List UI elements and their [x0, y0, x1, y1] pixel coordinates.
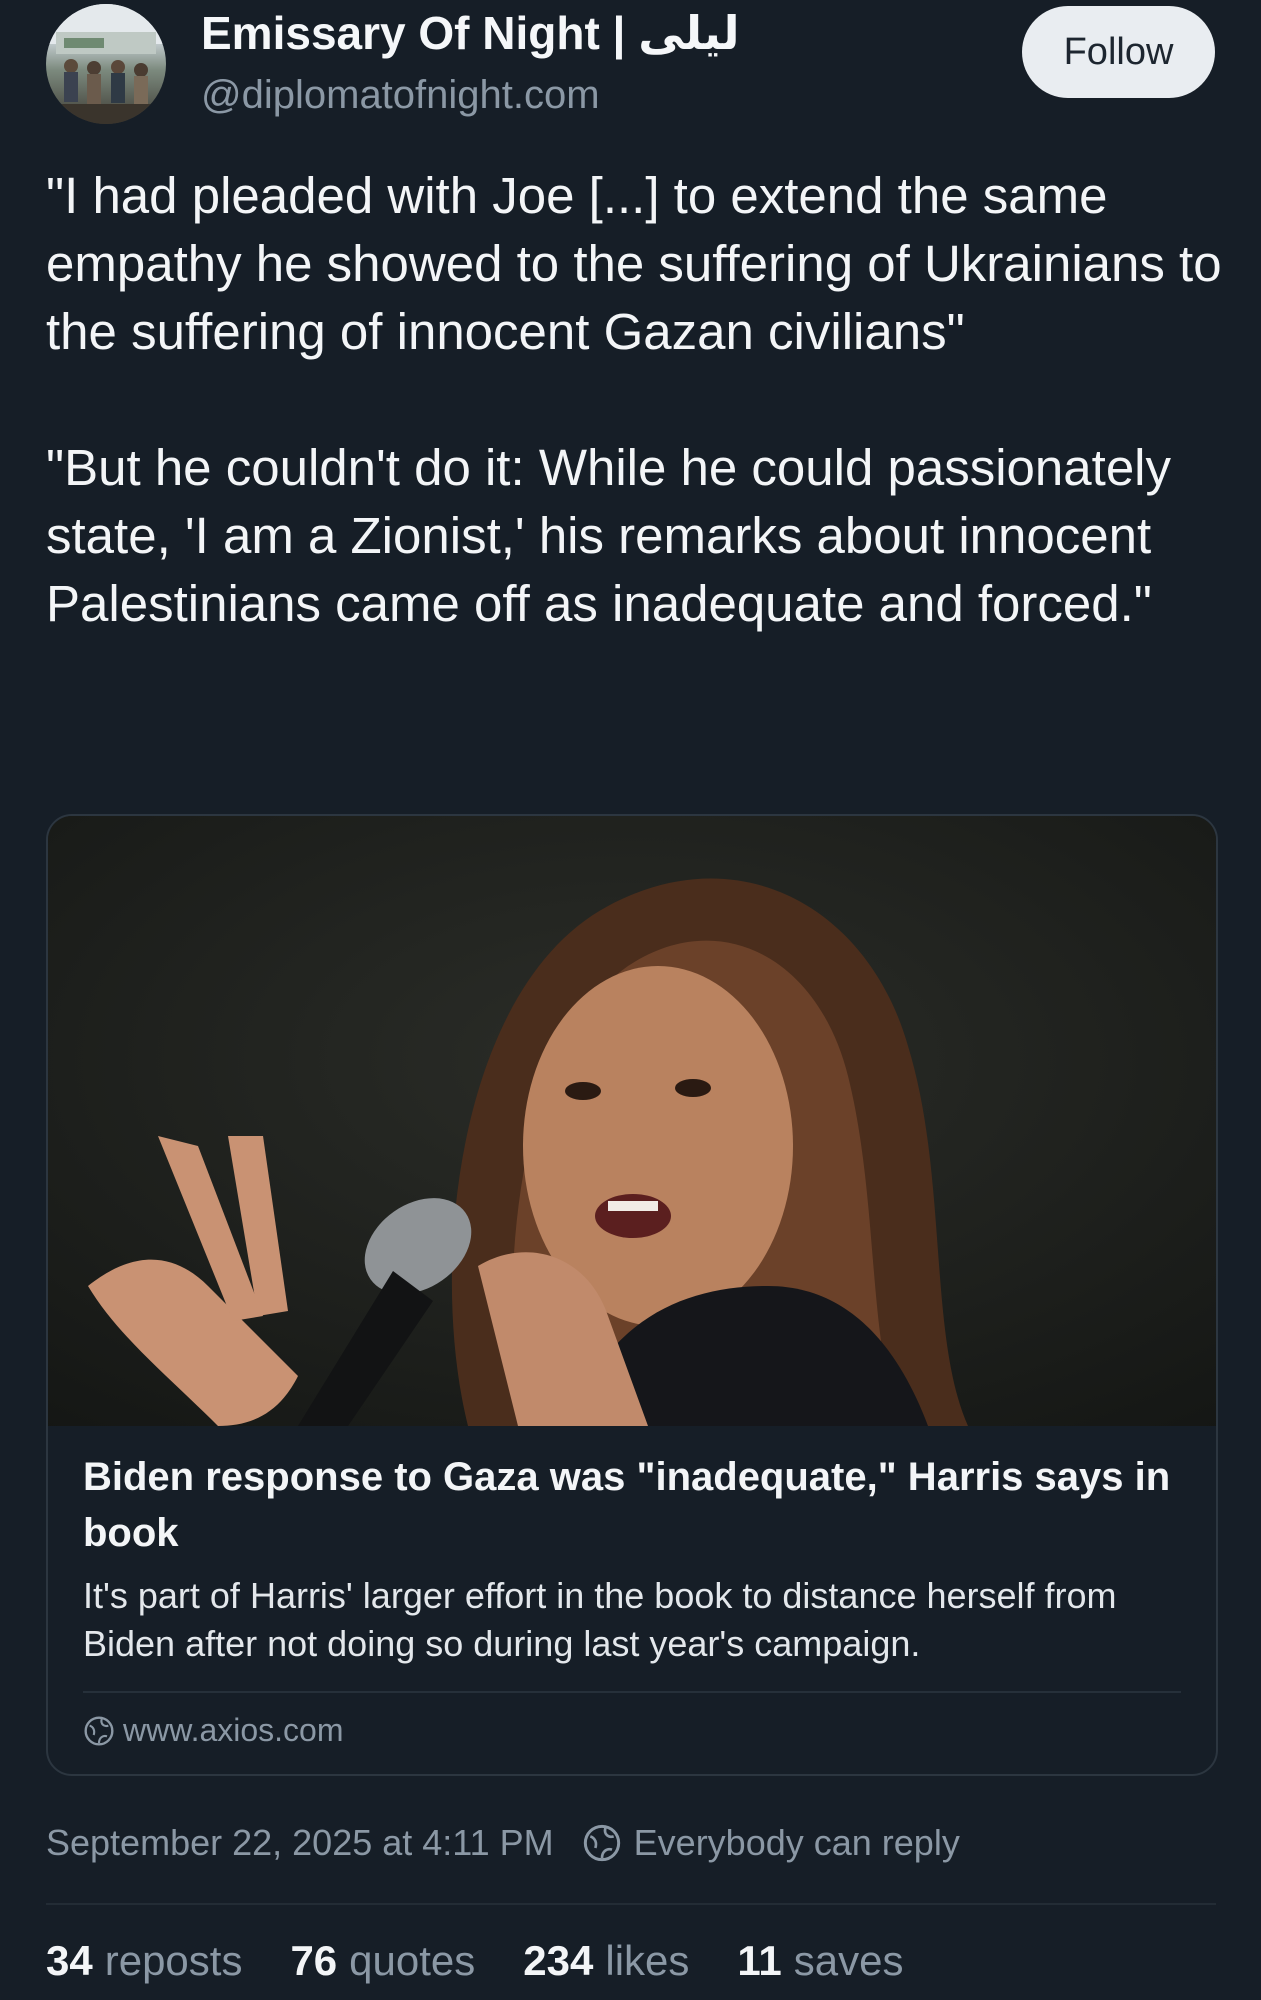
- engagement-stats: 34 reposts 76 quotes 234 likes 11 saves: [46, 1937, 952, 1985]
- divider: [83, 1691, 1181, 1693]
- author-handle[interactable]: @diplomatofnight.com: [201, 73, 600, 118]
- globe-icon: [583, 1824, 620, 1862]
- link-preview-title[interactable]: Biden response to Gaza was "inadequate,"…: [83, 1449, 1183, 1561]
- quotes-count: 76: [290, 1937, 338, 1984]
- link-preview-domain[interactable]: www.axios.com: [83, 1712, 344, 1749]
- follow-button[interactable]: Follow: [1022, 6, 1215, 98]
- reposts-count: 34: [46, 1937, 93, 1984]
- post-text: "I had pleaded with Joe [...] to extend …: [46, 162, 1226, 638]
- link-preview-description: It's part of Harris' larger effort in th…: [83, 1575, 1117, 1664]
- post-timestamp[interactable]: September 22, 2025 at 4:11 PM: [46, 1822, 554, 1864]
- post-paragraph: "I had pleaded with Joe [...] to extend …: [46, 167, 1222, 360]
- saves-count: 11: [737, 1937, 782, 1984]
- saves-label: saves: [793, 1937, 904, 1984]
- divider: [46, 1903, 1216, 1905]
- author-avatar[interactable]: [46, 4, 166, 124]
- domain-text: www.axios.com: [123, 1712, 344, 1748]
- post-meta: September 22, 2025 at 4:11 PM Everybody …: [46, 1822, 960, 1864]
- reposts-stat[interactable]: 34 reposts: [46, 1937, 242, 1985]
- link-preview-card[interactable]: Biden response to Gaza was "inadequate,"…: [46, 814, 1218, 1776]
- likes-label: likes: [605, 1937, 690, 1984]
- author-name[interactable]: Emissary Of Night | ليلى: [201, 6, 740, 60]
- saves-stat[interactable]: 11 saves: [737, 1937, 903, 1985]
- post-paragraph: "But he couldn't do it: While he could p…: [46, 439, 1172, 632]
- avatar-image: [46, 4, 166, 124]
- quotes-label: quotes: [349, 1937, 476, 1984]
- quotes-stat[interactable]: 76 quotes: [290, 1937, 475, 1985]
- reposts-label: reposts: [104, 1937, 243, 1984]
- likes-stat[interactable]: 234 likes: [523, 1937, 689, 1985]
- globe-icon: [84, 1715, 114, 1746]
- reply-setting[interactable]: Everybody can reply: [634, 1822, 960, 1864]
- likes-count: 234: [523, 1937, 594, 1984]
- link-preview-image[interactable]: [48, 816, 1216, 1426]
